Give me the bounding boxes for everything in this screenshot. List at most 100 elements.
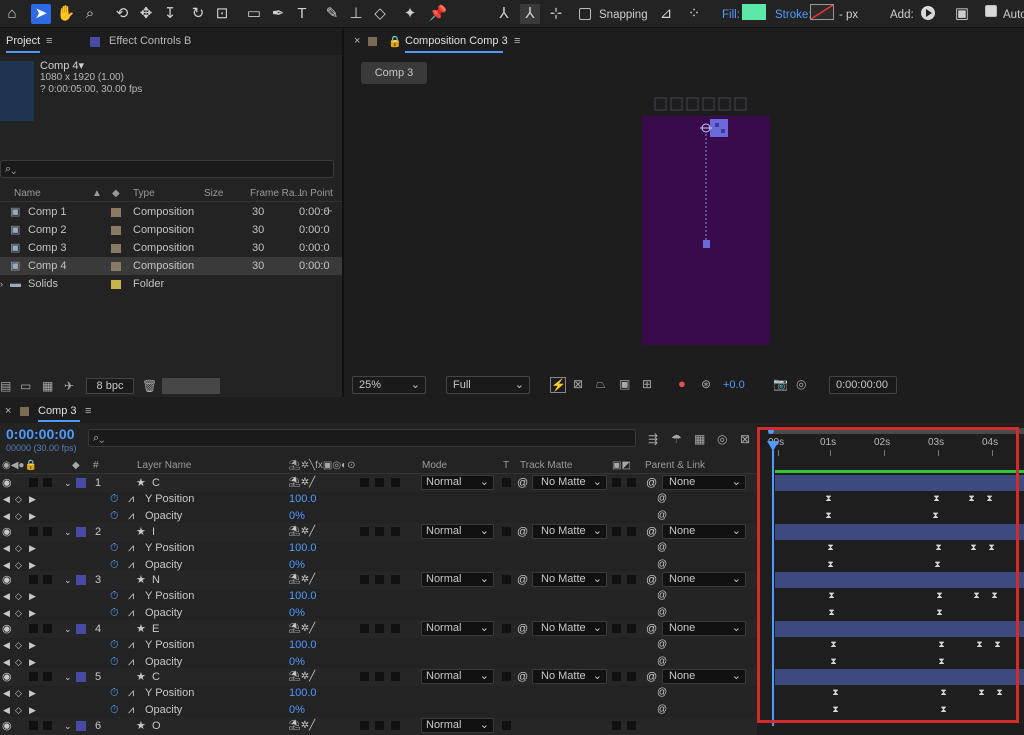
- chevron-down-icon[interactable]: ⌄: [64, 474, 72, 492]
- shy-icon[interactable]: ⛱✲╱: [288, 523, 315, 541]
- property-row[interactable]: ◀ ◇ ▶ ⏱ ⩘ Y Position 100.0 @: [0, 637, 757, 653]
- property-value[interactable]: 100.0: [289, 491, 317, 507]
- add-keyframe-icon[interactable]: ◇: [15, 491, 22, 507]
- col-type[interactable]: Type: [133, 186, 155, 202]
- preserve-transparency-box[interactable]: [502, 575, 511, 584]
- pick-whip-icon[interactable]: @: [646, 668, 657, 686]
- label-color-swatch[interactable]: [76, 672, 86, 682]
- graph-icon[interactable]: ⩘: [128, 702, 134, 718]
- next-keyframe-icon[interactable]: ▶: [29, 637, 36, 653]
- add-keyframe-icon[interactable]: ◇: [15, 637, 22, 653]
- axis-world-icon[interactable]: ⅄: [520, 4, 540, 24]
- expand-arrow-icon[interactable]: ›: [0, 275, 3, 293]
- pen-tool-icon[interactable]: ✒: [268, 4, 288, 24]
- switch-box[interactable]: [375, 575, 384, 584]
- add-keyframe-icon[interactable]: ◇: [15, 685, 22, 701]
- label-color-swatch[interactable]: [111, 226, 121, 235]
- tab-timeline-comp[interactable]: Comp 3: [38, 405, 77, 417]
- dolly-tool-icon[interactable]: ↧: [160, 4, 180, 24]
- parent-dropdown[interactable]: None ⌄: [662, 621, 746, 636]
- mask-visibility-icon[interactable]: ⏢: [596, 377, 606, 392]
- matte-link-icon[interactable]: @: [517, 474, 528, 492]
- property-row[interactable]: ◀ ◇ ▶ ⏱ ⩘ Y Position 100.0 @: [0, 685, 757, 701]
- layer-name[interactable]: E: [152, 620, 159, 638]
- switch-box[interactable]: [360, 527, 369, 536]
- mode-dropdown[interactable]: Normal ⌄: [421, 621, 494, 636]
- layer-row[interactable]: ◉ ⌄ 4 ★ E ⛱✲╱ Normal ⌄ @ No Matte ⌄ @ None ⌄: [0, 620, 757, 638]
- matte-link-icon[interactable]: @: [517, 620, 528, 638]
- col-frame-rate[interactable]: Frame Ra...: [250, 186, 303, 202]
- add-keyframe-icon[interactable]: ◇: [15, 605, 22, 621]
- axis-view-icon[interactable]: ⊹: [546, 4, 566, 24]
- switch-box[interactable]: [360, 624, 369, 633]
- property-value[interactable]: 100.0: [289, 685, 317, 701]
- switch-box[interactable]: [360, 672, 369, 681]
- layer-name[interactable]: C: [152, 668, 160, 686]
- label-color-swatch[interactable]: [111, 262, 121, 271]
- switch-box[interactable]: [391, 624, 400, 633]
- eye-icon[interactable]: ◉: [2, 474, 12, 492]
- graph-icon[interactable]: ⩘: [128, 508, 134, 524]
- bpc-button[interactable]: 8 bpc: [86, 378, 134, 394]
- viewer-timecode[interactable]: 0:00:00:00: [829, 376, 897, 394]
- panel-menu-icon[interactable]: ≡: [46, 35, 52, 47]
- expression-pickwhip-icon[interactable]: @: [657, 702, 667, 718]
- chevron-down-icon[interactable]: ⌄: [64, 523, 72, 541]
- motion-blur-icon[interactable]: ◎: [717, 432, 727, 446]
- layer-name[interactable]: N: [152, 571, 160, 589]
- switch-box[interactable]: [391, 672, 400, 681]
- chevron-down-icon[interactable]: ⌄: [64, 620, 72, 638]
- label-color-swatch[interactable]: [76, 478, 86, 488]
- solo-switch[interactable]: [29, 478, 38, 487]
- current-timecode[interactable]: 0:00:00:00: [6, 426, 75, 442]
- shy-layers-icon[interactable]: ☂: [671, 432, 682, 446]
- project-item[interactable]: › ▬ Solids Folder: [0, 275, 342, 293]
- switch-box[interactable]: [627, 624, 636, 633]
- tab-composition[interactable]: Composition Comp 3: [405, 35, 508, 47]
- shy-icon[interactable]: ⛱✲╱: [288, 474, 315, 492]
- parent-dropdown[interactable]: None ⌄: [662, 524, 746, 539]
- snap-edge-icon[interactable]: ⊿: [656, 4, 676, 24]
- col-mode[interactable]: Mode: [422, 460, 447, 471]
- layer-row[interactable]: ◉ ⌄ 1 ★ C ⛱✲╱ Normal ⌄ @ No Matte ⌄ @ None ⌄: [0, 474, 757, 492]
- graph-icon[interactable]: ⩘: [128, 540, 134, 556]
- label-color-swatch[interactable]: [111, 208, 121, 217]
- switch-box[interactable]: [391, 478, 400, 487]
- property-value[interactable]: 100.0: [289, 637, 317, 653]
- graph-icon[interactable]: ⩘: [128, 637, 134, 653]
- pick-whip-icon[interactable]: @: [646, 620, 657, 638]
- eye-icon[interactable]: ◉: [2, 523, 12, 541]
- shy-icon[interactable]: ⛱✲╱: [288, 717, 315, 735]
- stopwatch-icon[interactable]: ⏱: [110, 637, 119, 653]
- track-matte-dropdown[interactable]: No Matte ⌄: [532, 669, 607, 684]
- layer-name[interactable]: O: [152, 717, 161, 735]
- anchor-tool-icon[interactable]: ⊡: [212, 4, 232, 24]
- tab-effect-controls[interactable]: Effect Controls B: [109, 35, 191, 47]
- graph-editor-icon[interactable]: ⊠: [740, 432, 750, 446]
- track-matte-dropdown[interactable]: No Matte ⌄: [532, 475, 607, 490]
- property-value[interactable]: 100.0: [289, 588, 317, 604]
- pick-whip-icon[interactable]: @: [646, 523, 657, 541]
- workspace-icon[interactable]: ▣: [952, 4, 972, 24]
- label-color-swatch[interactable]: [111, 244, 121, 253]
- label-tag-icon[interactable]: ◆: [112, 186, 120, 202]
- camera-snapshot-icon[interactable]: 📷: [773, 377, 788, 391]
- project-item[interactable]: ▣ Comp 3 Composition 30 0:00:0: [0, 239, 342, 257]
- eye-icon[interactable]: ◉: [2, 717, 12, 735]
- puppet-pin-icon[interactable]: 📌: [428, 4, 448, 24]
- rectangle-tool-icon[interactable]: ▭: [244, 4, 264, 24]
- add-button[interactable]: [921, 6, 935, 20]
- col-track-matte[interactable]: Track Matte: [520, 460, 572, 471]
- layer-row[interactable]: ◉ ⌄ 6 ★ O ⛱✲╱ Normal ⌄: [0, 717, 757, 735]
- property-row[interactable]: ◀ ◇ ▶ ⏱ ⩘ Y Position 100.0 @: [0, 588, 757, 604]
- preserve-transparency-box[interactable]: [502, 672, 511, 681]
- prev-keyframe-icon[interactable]: ◀: [3, 637, 10, 653]
- label-color-swatch[interactable]: [76, 527, 86, 537]
- comp-name-title[interactable]: Comp 4▾: [40, 59, 84, 72]
- tab-project[interactable]: Project: [6, 35, 40, 47]
- interpret-footage-icon[interactable]: ▤: [0, 379, 11, 393]
- stroke-swatch[interactable]: [810, 4, 834, 20]
- mode-dropdown[interactable]: Normal ⌄: [421, 524, 494, 539]
- parent-dropdown[interactable]: None ⌄: [662, 572, 746, 587]
- property-row[interactable]: ◀ ◇ ▶ ⏱ ⩘ Y Position 100.0 @: [0, 491, 757, 507]
